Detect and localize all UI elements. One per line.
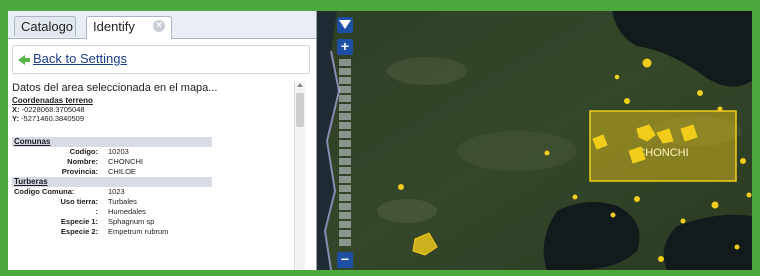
peat-polygon: [634, 196, 640, 202]
tab-identify[interactable]: Identify ×: [86, 16, 172, 39]
peat-polygon: [746, 192, 752, 198]
peat-polygon: [572, 194, 578, 200]
row-value: 10203: [108, 147, 129, 156]
identify-results: Datos del area seleccionada en el mapa..…: [8, 78, 304, 270]
zoom-level-tick[interactable]: [339, 176, 351, 183]
zoom-level-tick[interactable]: [339, 158, 351, 165]
zoom-out-button[interactable]: −: [337, 252, 353, 268]
zoom-level-tick[interactable]: [339, 113, 351, 120]
zoom-level-tick[interactable]: [339, 185, 351, 192]
peat-polygon: [680, 218, 686, 224]
turberas-heading: Turberas: [12, 177, 212, 187]
row-label: Especie 2:: [60, 227, 98, 236]
zoom-level-tick[interactable]: [339, 131, 351, 138]
row-label: Codigo Comuna:: [14, 187, 75, 196]
zoom-level-tick[interactable]: [339, 212, 351, 219]
row-value: Turbales: [108, 197, 137, 206]
satellite-imagery: CHONCHI: [317, 11, 752, 270]
peat-polygon: [614, 74, 620, 80]
peat-polygon: [717, 106, 723, 112]
zoom-in-button[interactable]: +: [337, 39, 353, 55]
pan-up-button[interactable]: [337, 17, 353, 33]
peat-polygon: [734, 244, 740, 250]
turberas-row: Uso tierra: Turbales: [12, 197, 304, 207]
scroll-up-icon[interactable]: [297, 83, 303, 87]
selection-label: CHONCHI: [637, 147, 688, 159]
peat-polygon: [610, 212, 616, 218]
zoom-level-tick[interactable]: [339, 95, 351, 102]
scroll-thumb[interactable]: [296, 93, 304, 127]
peat-polygon: [740, 158, 746, 164]
zoom-level-tick[interactable]: [339, 68, 351, 75]
map-view[interactable]: CHONCHI + −: [317, 11, 752, 270]
coordinate-x: X: -0228068.3705048: [12, 105, 304, 114]
zoom-level-tick[interactable]: [339, 239, 351, 246]
zoom-level-tick[interactable]: [339, 86, 351, 93]
zoom-level-tick[interactable]: [339, 167, 351, 174]
clearing: [387, 57, 467, 85]
peat-polygon: [711, 201, 719, 209]
tab-catalogo[interactable]: Catalogo: [14, 16, 76, 36]
zoom-level-tick[interactable]: [339, 59, 351, 66]
comunas-row: Nombre: CHONCHI: [12, 157, 304, 167]
zoom-level-tick[interactable]: [339, 194, 351, 201]
comunas-heading: Comunas: [12, 137, 212, 147]
peat-polygon: [544, 150, 550, 156]
clearing: [457, 131, 577, 171]
coordinate-x-label: X:: [12, 105, 20, 114]
comunas-row: Provincia: CHILOE: [12, 167, 304, 177]
row-value: CHILOE: [108, 167, 136, 176]
close-icon[interactable]: ×: [153, 20, 165, 32]
zoom-level-tick[interactable]: [339, 221, 351, 228]
coordinate-y-label: Y:: [12, 114, 19, 123]
row-value: 1023: [108, 187, 125, 196]
tab-bar: Catalogo Identify ×: [8, 11, 316, 39]
back-arrow-tail: [24, 58, 30, 62]
turberas-row: : Humedales: [12, 207, 304, 217]
tab-identify-label: Identify: [93, 19, 135, 34]
row-label: Uso tierra:: [60, 197, 98, 206]
row-label: Codigo:: [69, 147, 98, 156]
peat-polygon: [697, 90, 703, 96]
app-frame: Catalogo Identify × Back to Settings Dat…: [8, 11, 752, 270]
turberas-row: Codigo Comuna: 1023: [12, 187, 304, 197]
back-to-settings[interactable]: Back to Settings: [12, 45, 310, 74]
coordinate-y-value: -5271460.3840509: [21, 114, 85, 123]
turberas-row: Especie 1: Sphagnum sp: [12, 217, 304, 227]
peat-polygon: [624, 98, 630, 104]
zoom-level-tick[interactable]: [339, 77, 351, 84]
row-value: Sphagnum sp: [108, 217, 155, 226]
row-label: Especie 1:: [60, 217, 98, 226]
peat-polygon: [642, 58, 652, 68]
coordinate-x-value: -0228068.3705048: [21, 105, 85, 114]
row-value: Humedales: [108, 207, 146, 216]
comunas-row: Codigo: 10203: [12, 147, 304, 157]
results-scrollbar[interactable]: [294, 81, 305, 270]
clearing: [377, 199, 437, 223]
triangle-down-icon: [339, 20, 351, 29]
zoom-level-tick[interactable]: [339, 203, 351, 210]
peat-polygon: [658, 256, 664, 262]
zoom-level-tick[interactable]: [339, 104, 351, 111]
zoom-level-tick[interactable]: [339, 230, 351, 237]
side-panel: Catalogo Identify × Back to Settings Dat…: [8, 11, 317, 270]
row-label: Provincia:: [61, 167, 98, 176]
selection-box: [589, 110, 737, 182]
peat-polygon: [398, 184, 404, 190]
row-label: Nombre:: [67, 157, 98, 166]
row-value: Empetrum rubrum: [108, 227, 169, 236]
row-value: CHONCHI: [108, 157, 143, 166]
back-link[interactable]: Back to Settings: [33, 51, 127, 66]
row-label: :: [95, 207, 99, 216]
intro-text: Datos del area seleccionada en el mapa..…: [12, 82, 218, 94]
zoom-level-tick[interactable]: [339, 122, 351, 129]
turberas-row: Especie 2: Empetrum rubrum: [12, 227, 304, 237]
zoom-slider[interactable]: + −: [337, 17, 353, 270]
zoom-level-tick[interactable]: [339, 140, 351, 147]
coordinates-heading: Coordenadas terreno: [12, 96, 93, 105]
zoom-level-tick[interactable]: [339, 149, 351, 156]
coordinate-y: Y: -5271460.3840509: [12, 114, 304, 123]
